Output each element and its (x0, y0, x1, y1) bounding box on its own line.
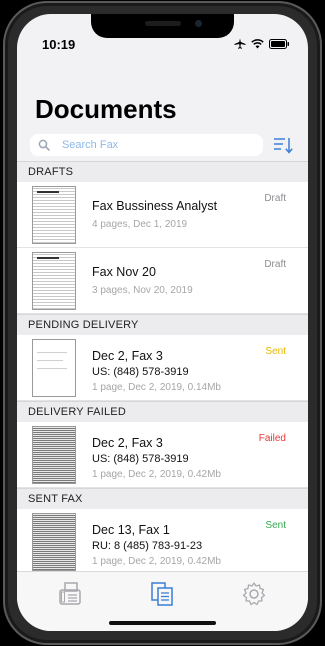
settings-gear-icon[interactable] (241, 581, 267, 607)
document-title: Dec 2, Fax 3 (92, 436, 163, 450)
notch (91, 14, 234, 38)
document-title: Fax Bussiness Analyst (92, 199, 218, 213)
section-header-sent-fax: SENT FAX (17, 488, 308, 509)
document-meta: 1 page, Dec 2, 2019, 0.14Mb (92, 382, 221, 393)
camera (195, 20, 202, 27)
documents-list: DRAFTS Fax Bussiness Analyst 4 pages, De… (17, 161, 308, 577)
list-item[interactable]: Fax Bussiness Analyst 4 pages, Dec 1, 20… (17, 182, 308, 248)
status-label: Sent (265, 520, 286, 531)
search-bar[interactable] (30, 134, 263, 156)
fax-number: US: (848) 578-3919 (92, 453, 189, 465)
app-screen: 10:19 Documents Search Fax DRAFTS Fax Bu… (17, 14, 308, 631)
sort-icon[interactable] (273, 136, 293, 154)
speaker (145, 21, 181, 26)
status-label: Draft (264, 193, 286, 204)
document-meta: 1 page, Dec 2, 2019, 0.42Mb (92, 556, 221, 567)
document-meta: 1 page, Dec 2, 2019, 0.42Mb (92, 469, 221, 480)
document-meta: 4 pages, Dec 1, 2019 (92, 219, 188, 230)
document-thumbnail (32, 426, 76, 484)
tab-bar (17, 571, 308, 631)
wifi-icon (251, 38, 264, 48)
page-title: Documents (35, 94, 177, 124)
search-input[interactable] (59, 138, 263, 152)
section-header-pending-delivery: PENDING DELIVERY (17, 314, 308, 335)
status-icons (234, 38, 290, 49)
document-thumbnail (32, 252, 76, 310)
document-thumbnail (32, 513, 76, 571)
status-label: Draft (264, 259, 286, 270)
document-thumbnail (32, 186, 76, 244)
fax-number: RU: 8 (485) 783-91-23 (92, 540, 203, 552)
airplane-mode-icon (234, 38, 246, 49)
status-label: Sent (265, 346, 286, 357)
home-indicator (109, 621, 216, 625)
list-item[interactable]: Dec 13, Fax 1 RU: 8 (485) 783-91-23 1 pa… (17, 509, 308, 577)
fax-number: US: (848) 578-3919 (92, 366, 189, 378)
status-label: Failed (258, 433, 286, 444)
search-icon (38, 139, 50, 151)
list-item[interactable]: Dec 2, Fax 3 US: (848) 578-3919 1 page, … (17, 335, 308, 401)
document-title: Fax Nov 20 (92, 265, 156, 279)
list-item[interactable]: Dec 2, Fax 3 US: (848) 578-3919 1 page, … (17, 422, 308, 488)
fax-machine-icon[interactable] (57, 581, 83, 607)
section-header-delivery-failed: DELIVERY FAILED (17, 401, 308, 422)
document-title: Dec 13, Fax 1 (92, 523, 170, 537)
section-header-drafts: DRAFTS (17, 161, 308, 182)
list-item[interactable]: Fax Nov 20 3 pages, Nov 20, 2019 Draft (17, 248, 308, 314)
document-thumbnail (32, 339, 76, 397)
document-meta: 3 pages, Nov 20, 2019 (92, 285, 193, 296)
documents-icon[interactable] (149, 581, 175, 607)
battery-icon (269, 38, 289, 49)
document-title: Dec 2, Fax 3 (92, 349, 163, 363)
status-time: 10:19 (42, 37, 76, 52)
